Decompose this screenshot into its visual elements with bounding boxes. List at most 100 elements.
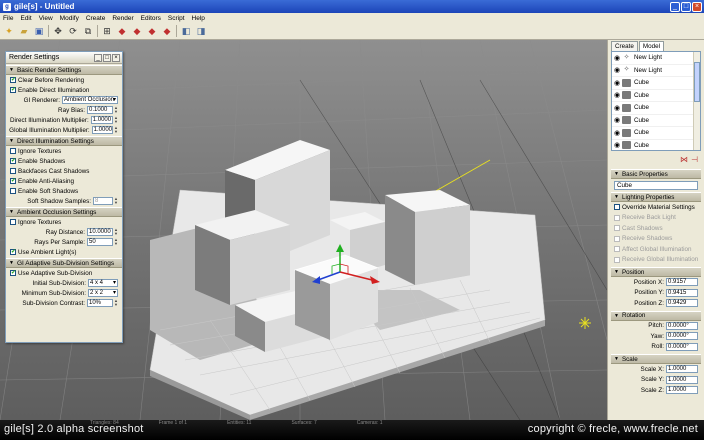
ray-distance-input[interactable]: 10.0000 (87, 228, 113, 236)
rays-per-sample-input[interactable]: 50 (87, 238, 113, 246)
menu-file[interactable]: File (3, 15, 13, 22)
position-x-input[interactable]: 0.9157 (666, 278, 698, 287)
view-icon[interactable]: ◨ (195, 25, 207, 37)
render-settings-titlebar[interactable]: Render Settings _ □ × (6, 52, 122, 64)
open-folder-icon[interactable]: ▰ (18, 25, 30, 37)
menu-create[interactable]: Create (86, 15, 106, 22)
panel-maximize-button[interactable]: □ (103, 53, 111, 62)
spinner-icon[interactable]: ▲ ▼ (114, 116, 118, 124)
menu-modify[interactable]: Modify (60, 15, 79, 22)
checkbox[interactable]: ✔ (10, 87, 16, 93)
section-position[interactable]: ▼ Position (611, 267, 701, 277)
section-basic-render[interactable]: ▼ Basic Render Settings (6, 65, 122, 75)
eye-icon[interactable]: ◉ (612, 116, 622, 124)
paint-icon[interactable]: ◆ (161, 25, 173, 37)
checkbox[interactable]: ✔ (10, 178, 16, 184)
list-item[interactable]: ◉ ✧ New Light (612, 52, 700, 65)
tab-create[interactable]: Create (611, 41, 638, 51)
yaw-input[interactable]: 0.0000° (666, 332, 698, 341)
spinner-icon[interactable]: ▲ ▼ (114, 197, 118, 205)
section-basic-properties[interactable]: ▼ Basic Properties (611, 169, 701, 179)
panel-minimize-button[interactable]: _ (94, 53, 102, 62)
paint-icon[interactable]: ◆ (116, 25, 128, 37)
minimum-subdiv-select[interactable]: 2 x 2 (88, 289, 118, 297)
eye-icon[interactable]: ◉ (612, 104, 622, 112)
eye-icon[interactable]: ◉ (612, 54, 622, 62)
list-item[interactable]: ◉ Cube (612, 90, 700, 102)
section-adaptive-subdivision[interactable]: ▼ GI Adaptive Sub-Division Settings (6, 258, 122, 268)
spinner-icon[interactable]: ▲ ▼ (114, 106, 118, 114)
initial-subdiv-select[interactable]: 4 x 4 (88, 279, 118, 287)
menu-help[interactable]: Help (192, 15, 205, 22)
list-item[interactable]: ◉ Cube (612, 115, 700, 127)
position-z-input[interactable]: 0.9429 (666, 299, 698, 308)
view-icon[interactable]: ◧ (180, 25, 192, 37)
maximize-button[interactable]: □ (681, 1, 691, 12)
position-y-input[interactable]: 0.9415 (666, 288, 698, 297)
section-ambient-occlusion[interactable]: ▼ Ambient Occlusion Settings (6, 207, 122, 217)
tab-model[interactable]: Model (638, 41, 665, 51)
global-mult-input[interactable]: 1.0000 (91, 126, 114, 134)
scale-icon[interactable]: ⧉ (82, 25, 94, 37)
scale-x-input[interactable]: 1.0000 (666, 365, 698, 374)
menu-edit[interactable]: Edit (20, 15, 31, 22)
new-file-icon[interactable]: ✦ (3, 25, 15, 37)
section-rotation[interactable]: ▼ Rotation (611, 310, 701, 321)
menu-script[interactable]: Script (168, 15, 185, 22)
outliner-scrollbar[interactable] (693, 52, 700, 150)
use-adaptive-row[interactable]: ✔ Use Adaptive Sub-Division (6, 268, 122, 278)
gi-renderer-select[interactable]: Ambient Occlusion (62, 96, 118, 104)
scrollbar-thumb[interactable] (694, 62, 700, 102)
panel-close-button[interactable]: × (112, 53, 120, 62)
eye-icon[interactable]: ◉ (612, 79, 622, 87)
close-button[interactable]: × (692, 1, 702, 12)
roll-input[interactable]: 0.0000° (666, 342, 698, 351)
eye-icon[interactable]: ◉ (612, 129, 622, 137)
enable-direct-checkbox-row[interactable]: ✔ Enable Direct Illumination (6, 85, 122, 95)
spinner-icon[interactable]: ▲ ▼ (114, 299, 118, 307)
ignore-textures-row[interactable]: Ignore Textures (6, 146, 122, 156)
checkbox[interactable] (10, 188, 16, 194)
list-item[interactable]: ◉ ✧ New Light (612, 65, 700, 77)
checkbox[interactable] (10, 168, 16, 174)
contrast-input[interactable]: 10% (87, 299, 113, 307)
menu-render[interactable]: Render (112, 15, 133, 22)
backface-shadows-row[interactable]: Backfaces Cast Shadows (6, 166, 122, 176)
menu-editors[interactable]: Editors (141, 15, 161, 22)
spinner-icon[interactable]: ▲ ▼ (114, 238, 118, 246)
list-item[interactable]: ◉ Cube (612, 102, 700, 115)
checkbox[interactable]: ✔ (10, 158, 16, 164)
checkbox[interactable] (614, 204, 620, 211)
checkbox[interactable]: ✔ (10, 77, 16, 83)
enable-soft-row[interactable]: Enable Soft Shadows (6, 186, 122, 196)
scale-y-input[interactable]: 1.0000 (666, 375, 698, 384)
paint-icon[interactable]: ◆ (146, 25, 158, 37)
list-item[interactable]: ◉ Cube (612, 140, 700, 151)
pitch-input[interactable]: 0.0000° (666, 321, 698, 330)
section-direct-illumination[interactable]: ▼ Direct Illumination Settings (6, 136, 122, 146)
clear-before-checkbox-row[interactable]: ✔ Clear Before Rendering (6, 75, 122, 85)
list-item[interactable]: ◉ Cube (612, 77, 700, 90)
spinner-icon[interactable]: ▲ ▼ (114, 228, 118, 236)
paint-icon[interactable]: ◆ (131, 25, 143, 37)
section-scale[interactable]: ▼ Scale (611, 354, 701, 364)
eye-icon[interactable]: ◉ (612, 141, 622, 149)
merge-icon[interactable]: ⋈ (680, 155, 688, 164)
checkbox[interactable] (10, 219, 16, 225)
move-icon[interactable]: ✥ (52, 25, 64, 37)
delete-icon[interactable]: ⊣ (691, 155, 698, 164)
eye-icon[interactable]: ◉ (612, 66, 622, 74)
checkbox[interactable]: ✔ (10, 249, 16, 255)
soft-samples-input[interactable]: 8 (93, 197, 113, 205)
spinner-icon[interactable]: ▲ ▼ (114, 126, 118, 134)
scale-z-input[interactable]: 1.0000 (666, 386, 698, 395)
enable-shadows-row[interactable]: ✔ Enable Shadows (6, 156, 122, 166)
use-ambient-row[interactable]: ✔ Use Ambient Light(s) (6, 247, 122, 257)
list-item[interactable]: ◉ Cube (612, 127, 700, 140)
save-icon[interactable]: ▣ (33, 25, 45, 37)
ao-ignore-textures-row[interactable]: Ignore Textures (6, 217, 122, 227)
checkbox[interactable] (10, 148, 16, 154)
menu-view[interactable]: View (39, 15, 53, 22)
checkbox[interactable]: ✔ (10, 270, 16, 276)
enable-aa-row[interactable]: ✔ Enable Anti-Aliasing (6, 176, 122, 186)
